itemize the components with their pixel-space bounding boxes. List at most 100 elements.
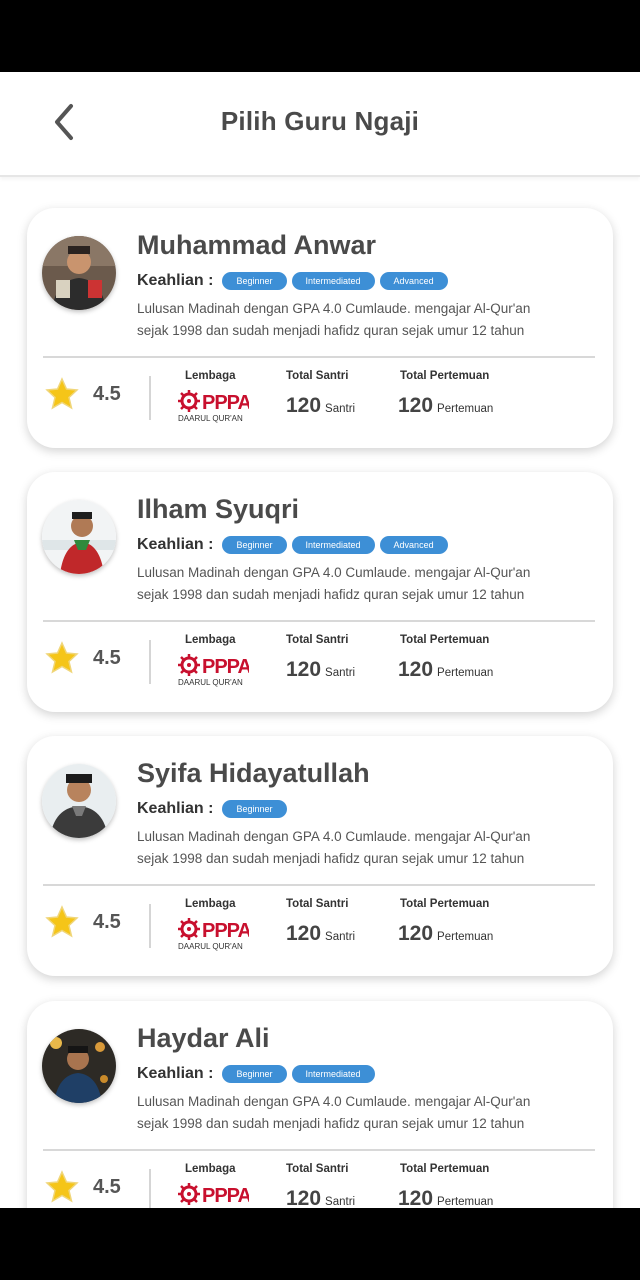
teacher-name: Muhammad Anwar	[137, 230, 377, 260]
teacher-card[interactable]: Haydar Ali Keahlian : Beginner Intermedi…	[27, 1001, 613, 1208]
total-students-label: Total Santri	[286, 898, 349, 910]
rating: 4.5	[45, 902, 121, 942]
svg-text:PPPA: PPPA	[202, 392, 249, 414]
skills-label: Keahlian :	[137, 536, 214, 553]
meetings-unit: Pertemuan	[437, 931, 494, 943]
total-meetings: 120 Pertemuan	[398, 658, 493, 682]
total-students: 120 Santri	[286, 658, 355, 682]
total-meetings-value: 120	[398, 1187, 434, 1208]
svg-text:PPPA: PPPA	[202, 656, 249, 678]
meetings-unit: Pertemuan	[437, 1196, 494, 1208]
teacher-list[interactable]: Muhammad Anwar Keahlian : Beginner Inter…	[0, 176, 640, 1208]
total-students: 120 Santri	[286, 394, 355, 418]
institution-label: Lembaga	[185, 634, 236, 646]
meetings-unit: Pertemuan	[437, 403, 494, 415]
star-icon	[45, 641, 79, 674]
total-meetings: 120 Pertemuan	[398, 394, 493, 418]
total-meetings-value: 120	[398, 922, 434, 945]
total-meetings-value: 120	[398, 394, 434, 417]
total-meetings-label: Total Pertemuan	[400, 634, 490, 646]
institution-logo: PPPA DAARUL QUR'AN	[177, 916, 249, 952]
svg-text:DAARUL QUR'AN: DAARUL QUR'AN	[178, 678, 243, 687]
avatar	[42, 1029, 116, 1103]
total-students-value: 120	[286, 1187, 322, 1208]
teacher-card[interactable]: Muhammad Anwar Keahlian : Beginner Inter…	[27, 208, 613, 448]
teacher-description: Lulusan Madinah dengan GPA 4.0 Cumlaude.…	[137, 301, 531, 338]
svg-text:PPPA: PPPA	[202, 920, 249, 942]
institution-logo: PPPA DAARUL QUR'AN	[177, 652, 249, 688]
total-meetings-value: 120	[398, 658, 434, 681]
teacher-description: Lulusan Madinah dengan GPA 4.0 Cumlaude.…	[137, 829, 531, 866]
skill-badge: Intermediated	[291, 272, 375, 290]
teacher-description: Lulusan Madinah dengan GPA 4.0 Cumlaude.…	[137, 565, 531, 602]
divider	[43, 620, 595, 622]
skill-badge: Beginner	[222, 536, 287, 554]
total-students: 120 Santri	[286, 922, 355, 946]
star-icon	[45, 905, 79, 938]
svg-text:DAARUL QUR'AN: DAARUL QUR'AN	[178, 942, 243, 951]
rating-value: 4.5	[93, 1175, 121, 1198]
avatar	[42, 764, 116, 838]
divider	[43, 356, 595, 358]
total-meetings-label: Total Pertemuan	[400, 1163, 490, 1175]
rating-value: 4.5	[93, 382, 121, 405]
rating: 4.5	[45, 1167, 121, 1207]
total-students-value: 120	[286, 658, 322, 681]
divider	[43, 1149, 595, 1151]
skill-badge: Advanced	[379, 272, 448, 290]
skills-label: Keahlian :	[137, 800, 214, 817]
teacher-description: Lulusan Madinah dengan GPA 4.0 Cumlaude.…	[137, 1094, 531, 1131]
svg-text:DAARUL QUR'AN: DAARUL QUR'AN	[178, 1207, 243, 1208]
total-students: 120 Santri	[286, 1187, 355, 1208]
rating-value: 4.5	[93, 646, 121, 669]
skill-badge: Intermediated	[291, 536, 375, 554]
students-unit: Santri	[325, 403, 356, 415]
skills-row: Keahlian : Beginner Intermediated	[137, 1063, 375, 1085]
total-students-label: Total Santri	[286, 370, 349, 382]
teacher-name: Syifa Hidayatullah	[137, 758, 370, 788]
institution-logo: PPPA DAARUL QUR'AN	[177, 388, 249, 424]
total-students-label: Total Santri	[286, 634, 349, 646]
skill-badge: Beginner	[222, 800, 287, 818]
skill-badge: Advanced	[379, 536, 448, 554]
students-unit: Santri	[325, 931, 356, 943]
vertical-divider	[149, 376, 151, 420]
total-meetings: 120 Pertemuan	[398, 1187, 493, 1208]
page-title: Pilih Guru Ngaji	[220, 106, 420, 136]
phone-screen: Pilih Guru Ngaji Muhammad Anwar Keahlian…	[0, 0, 640, 1280]
institution-label: Lembaga	[185, 370, 236, 382]
total-students-value: 120	[286, 922, 322, 945]
skills-label: Keahlian :	[137, 1065, 214, 1082]
skill-badge: Beginner	[222, 1065, 287, 1083]
meetings-unit: Pertemuan	[437, 667, 494, 679]
total-meetings-label: Total Pertemuan	[400, 898, 490, 910]
skills-row: Keahlian : Beginner	[137, 798, 287, 820]
teacher-name: Ilham Syuqri	[137, 494, 300, 524]
institution-logo: PPPA DAARUL QUR'AN	[177, 1181, 249, 1208]
top-app-bar: Pilih Guru Ngaji	[0, 72, 640, 177]
svg-text:PPPA: PPPA	[202, 1185, 249, 1207]
skills-label: Keahlian :	[137, 272, 214, 289]
rating: 4.5	[45, 374, 121, 414]
students-unit: Santri	[325, 667, 356, 679]
skills-row: Keahlian : Beginner Intermediated Advanc…	[137, 534, 448, 556]
avatar	[42, 236, 116, 310]
institution-label: Lembaga	[185, 1163, 236, 1175]
teacher-card[interactable]: Syifa Hidayatullah Keahlian : Beginner L…	[27, 736, 613, 976]
total-students-value: 120	[286, 394, 322, 417]
skill-badge: Intermediated	[291, 1065, 375, 1083]
app-window: Pilih Guru Ngaji Muhammad Anwar Keahlian…	[0, 72, 640, 1208]
vertical-divider	[149, 1169, 151, 1208]
institution-label: Lembaga	[185, 898, 236, 910]
avatar	[42, 500, 116, 574]
teacher-card[interactable]: Ilham Syuqri Keahlian : Beginner Interme…	[27, 472, 613, 712]
skills-row: Keahlian : Beginner Intermediated Advanc…	[137, 270, 448, 292]
skill-badge: Beginner	[222, 272, 287, 290]
svg-text:DAARUL QUR'AN: DAARUL QUR'AN	[178, 414, 243, 423]
vertical-divider	[149, 904, 151, 948]
rating: 4.5	[45, 638, 121, 678]
divider	[43, 884, 595, 886]
vertical-divider	[149, 640, 151, 684]
total-meetings-label: Total Pertemuan	[400, 370, 490, 382]
students-unit: Santri	[325, 1196, 356, 1208]
